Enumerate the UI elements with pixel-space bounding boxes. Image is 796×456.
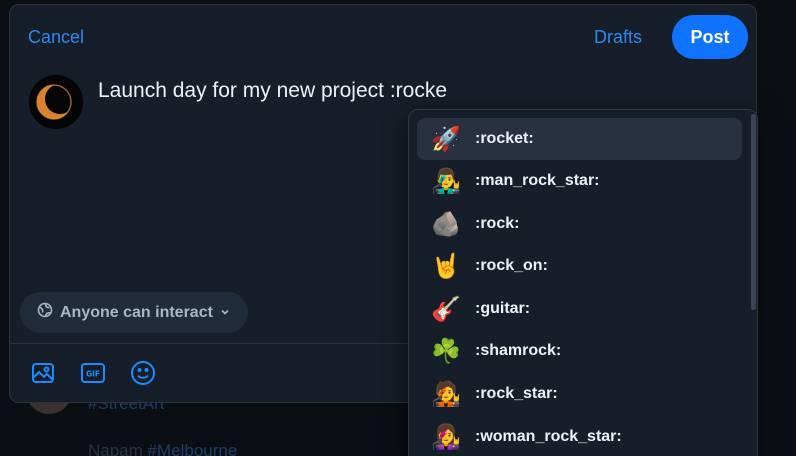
emoji-icon[interactable] xyxy=(129,359,157,387)
scrollbar[interactable] xyxy=(751,114,756,310)
suggestion-item-man-rock-star[interactable]: 👨‍🎤 :man_rock_star: xyxy=(417,160,742,202)
suggestion-item-woman-rock-star[interactable]: 👩‍🎤 :woman_rock_star: xyxy=(417,416,742,456)
suggestion-code: :rock: xyxy=(475,215,520,232)
cancel-button[interactable]: Cancel xyxy=(28,27,84,48)
suggestion-item-rock-on[interactable]: 🤘 :rock_on: xyxy=(417,245,742,287)
gif-icon[interactable]: GIF xyxy=(79,359,107,387)
suggestion-item-rock[interactable]: 🪨 :rock: xyxy=(417,203,742,245)
suggestion-code: :shamrock: xyxy=(475,342,562,359)
suggestion-code: :man_rock_star: xyxy=(475,172,600,189)
image-icon[interactable] xyxy=(29,359,57,387)
svg-text:GIF: GIF xyxy=(86,370,100,379)
suggestion-item-shamrock[interactable]: ☘️ :shamrock: xyxy=(417,330,742,372)
suggestion-code: :woman_rock_star: xyxy=(475,428,622,445)
post-button[interactable]: Post xyxy=(672,15,748,59)
suggestion-item-guitar[interactable]: 🎸 :guitar: xyxy=(417,288,742,330)
guitar-icon: 🎸 xyxy=(431,295,461,323)
feed-post-line: Napam #Melbourne xyxy=(88,441,238,456)
reply-settings-label: Anyone can interact xyxy=(60,303,213,321)
shamrock-icon: ☘️ xyxy=(431,337,461,365)
man-singer-icon: 👨‍🎤 xyxy=(431,167,461,195)
suggestion-item-rocket[interactable]: 🚀 :rocket: xyxy=(417,118,742,160)
globe-icon xyxy=(37,302,53,323)
singer-icon: 🧑‍🎤 xyxy=(431,380,461,408)
suggestion-code: :guitar: xyxy=(475,300,531,317)
avatar[interactable] xyxy=(29,75,83,129)
woman-singer-icon: 👩‍🎤 xyxy=(431,423,461,451)
drafts-button[interactable]: Drafts xyxy=(594,27,642,48)
post-text-input[interactable]: Launch day for my new project :rocke xyxy=(98,79,447,103)
suggestion-code: :rock_star: xyxy=(475,385,558,402)
rocket-icon: 🚀 xyxy=(431,125,461,153)
reply-settings-button[interactable]: Anyone can interact xyxy=(20,292,248,333)
suggestion-item-rock-star[interactable]: 🧑‍🎤 :rock_star: xyxy=(417,373,742,415)
rock-hand-icon: 🤘 xyxy=(431,252,461,280)
emoji-autocomplete-popup: 🚀 :rocket: 👨‍🎤 :man_rock_star: 🪨 :rock: … xyxy=(408,109,758,456)
chevron-down-icon xyxy=(220,304,230,322)
suggestion-code: :rocket: xyxy=(475,130,534,147)
suggestion-code: :rock_on: xyxy=(475,257,548,274)
rock-icon: 🪨 xyxy=(431,210,461,238)
